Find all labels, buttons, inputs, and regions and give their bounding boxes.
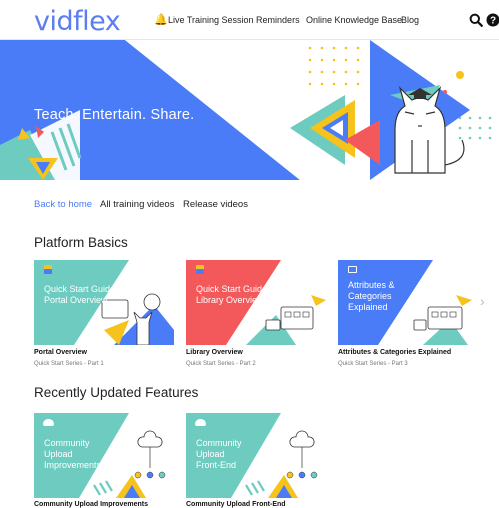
cloud-upload-icon	[43, 419, 54, 426]
tab-release-videos[interactable]: Release videos	[183, 199, 248, 210]
card-thumb-text: Community Upload Front-End	[196, 438, 242, 470]
card-thumb-text: Attributes & Categories Explained	[348, 280, 395, 312]
bell-icon: 🔔	[154, 14, 168, 26]
cloud-upload-icon	[195, 419, 206, 426]
video-card-thumbnail[interactable]: Quick Start Guide - Library Overview	[186, 260, 326, 345]
tab-all-training-videos[interactable]: All training videos	[100, 199, 174, 210]
section-title-recently-updated: Recently Updated Features	[34, 385, 199, 400]
card-title-community-upload-front-end[interactable]: Community Upload Front-End	[186, 501, 286, 508]
card-subtitle: Quick Start Series - Part 1	[34, 361, 104, 367]
search-icon[interactable]	[469, 13, 483, 27]
nav-blog[interactable]: Blog	[401, 15, 419, 25]
card-title-portal-overview[interactable]: Portal Overview	[34, 349, 87, 356]
vidflex-logo[interactable]: vidflex	[34, 6, 121, 37]
card-thumb-text: Quick Start Guide - Library Overview	[196, 284, 273, 305]
nav-online-knowledge-base[interactable]: Online Knowledge Base	[306, 15, 402, 25]
card-thumb-text: Community Upload Improvements	[44, 438, 102, 470]
quick-start-icon-dots	[196, 269, 204, 274]
svg-text:?: ?	[490, 16, 496, 27]
card-title-library-overview[interactable]: Library Overview	[186, 349, 243, 356]
chevron-right-icon[interactable]: ›	[480, 293, 485, 309]
card-subtitle: Quick Start Series - Part 3	[338, 361, 408, 367]
hero-banner: Teach. Entertain. Share.	[0, 40, 499, 180]
card-subtitle: Quick Start Series - Part 2	[186, 361, 256, 367]
card-thumb-text: Quick Start Guide - Portal Overview	[44, 284, 121, 305]
card-title-attributes-categories[interactable]: Attributes & Categories Explained	[338, 349, 451, 356]
nav-live-training-reminders[interactable]: Live Training Session Reminders	[168, 15, 300, 25]
video-card-thumbnail[interactable]: Community Upload Improvements	[34, 413, 174, 498]
tab-back-to-home[interactable]: Back to home	[34, 199, 92, 210]
video-card-thumbnail[interactable]: Attributes & Categories Explained	[338, 260, 478, 345]
section-title-platform-basics: Platform Basics	[34, 235, 128, 250]
card-title-community-upload-improvements[interactable]: Community Upload Improvements	[34, 501, 148, 508]
quick-start-icon-dots	[44, 269, 52, 274]
help-icon[interactable]: ?	[486, 13, 499, 27]
top-navigation-bar: vidflex 🔔 Live Training Session Reminder…	[0, 0, 499, 40]
category-icon	[348, 266, 357, 273]
banner-tagline: Teach. Entertain. Share.	[34, 107, 195, 123]
video-card-thumbnail[interactable]: Community Upload Front-End	[186, 413, 326, 498]
video-card-thumbnail[interactable]: Quick Start Guide - Portal Overview	[34, 260, 174, 345]
